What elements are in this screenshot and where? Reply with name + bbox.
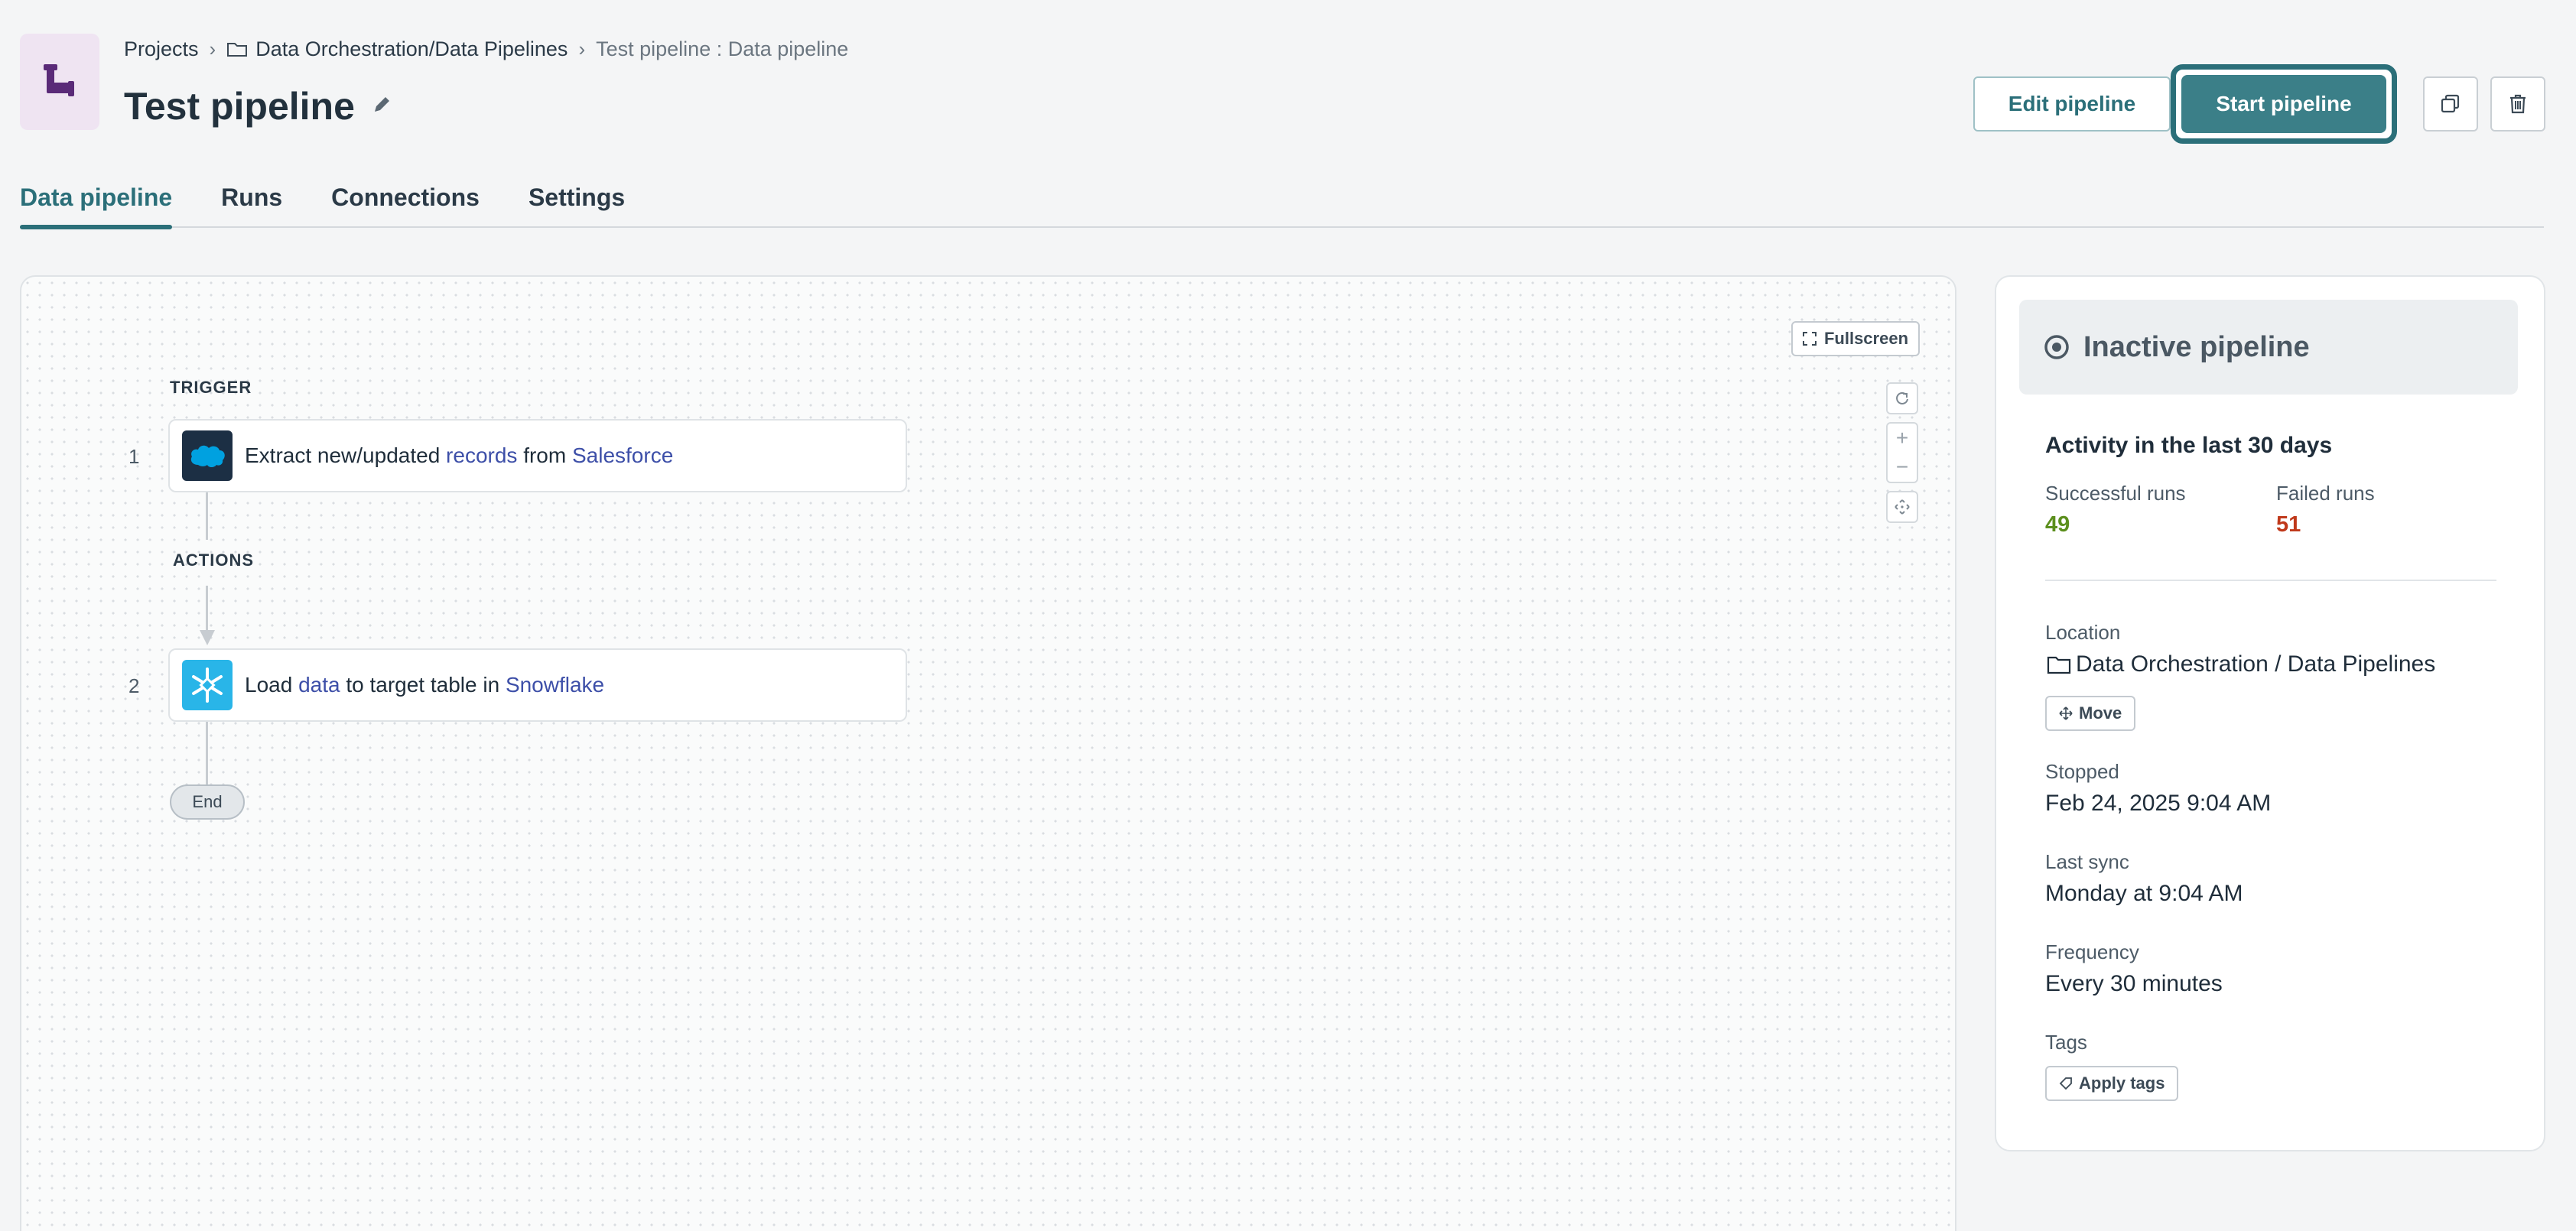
copy-icon [2441, 94, 2460, 113]
chevron-right-icon: › [578, 37, 586, 60]
refresh-icon [1896, 392, 1908, 404]
tab-settings[interactable]: Settings [529, 176, 625, 228]
move-button[interactable]: Move [2045, 696, 2136, 731]
step-text-segment: Extract new/updated [245, 443, 447, 467]
activity-title: Activity in the last 30 days [2045, 433, 2333, 458]
flow-connector [206, 492, 208, 540]
fullscreen-button[interactable]: Fullscreen [1791, 321, 1920, 356]
breadcrumb: Projects › Data Orchestration/Data Pipel… [124, 34, 848, 64]
frequency-label: Frequency [2045, 940, 2139, 963]
salesforce-logo [182, 430, 233, 481]
reset-view-button[interactable] [1886, 382, 1918, 414]
trigger-step-text: Extract new/updated records from Salesfo… [245, 443, 673, 468]
move-label: Move [2079, 703, 2122, 723]
step-text-segment: from [517, 443, 572, 467]
step-datapill-records[interactable]: records [446, 443, 517, 467]
fit-view-icon [1895, 499, 1910, 515]
chevron-right-icon: › [209, 37, 216, 60]
fullscreen-label: Fullscreen [1823, 329, 1909, 348]
trash-icon [2510, 94, 2526, 114]
panel-divider [2045, 580, 2496, 581]
folder-icon [227, 43, 248, 57]
step-app-snowflake[interactable]: Snowflake [506, 673, 604, 697]
location-value: Data Orchestration / Data Pipelines [2076, 651, 2436, 677]
tags-label: Tags [2045, 1031, 2087, 1054]
zoom-in-icon[interactable]: + [1896, 427, 1908, 449]
expand-icon [1802, 332, 1817, 346]
start-pipeline-button[interactable]: Start pipeline [2181, 75, 2386, 133]
failed-runs-value[interactable]: 51 [2276, 512, 2301, 538]
action-step-text: Load data to target table in Snowflake [245, 673, 604, 697]
tab-runs[interactable]: Runs [221, 176, 282, 228]
step-text-segment: to target table in [340, 673, 506, 697]
step-datapill-data[interactable]: data [298, 673, 340, 697]
step-number: 1 [128, 445, 140, 468]
folder-icon [2047, 656, 2071, 674]
successful-runs-label: Successful runs [2045, 482, 2186, 505]
last-sync-label: Last sync [2045, 850, 2129, 873]
breadcrumb-folder-label: Data Orchestration/Data Pipelines [255, 37, 568, 60]
delete-button[interactable] [2490, 76, 2545, 132]
pipeline-app-icon [20, 34, 99, 130]
title-row: Test pipeline [124, 80, 392, 133]
tag-icon [2059, 1077, 2072, 1090]
breadcrumb-current: Test pipeline : Data pipeline [596, 37, 849, 60]
tab-data-pipeline[interactable]: Data pipeline [20, 176, 173, 229]
status-text: Inactive pipeline [2083, 330, 2310, 363]
breadcrumb-folder[interactable]: Data Orchestration/Data Pipelines [226, 37, 568, 61]
fit-view-button[interactable] [1886, 491, 1918, 523]
flow-connector [206, 586, 208, 632]
stopped-value: Feb 24, 2025 9:04 AM [2045, 791, 2272, 816]
tab-bar: Data pipeline Runs Connections Settings [20, 176, 2544, 229]
trigger-step-card[interactable]: Extract new/updated records from Salesfo… [168, 419, 907, 492]
actions-label: ACTIONS [173, 551, 254, 570]
stopped-label: Stopped [2045, 760, 2119, 783]
pencil-icon[interactable] [372, 95, 392, 119]
location-value-row: Data Orchestration / Data Pipelines [2045, 651, 2435, 677]
end-node: End [170, 784, 245, 820]
trigger-label: TRIGGER [170, 378, 252, 397]
apply-tags-button[interactable]: Apply tags [2045, 1066, 2179, 1101]
status-box: Inactive pipeline [2019, 300, 2518, 395]
pipeline-page: Projects › Data Orchestration/Data Pipel… [0, 0, 2576, 1231]
zoom-controls: + − [1886, 422, 1918, 483]
apply-tags-label: Apply tags [2079, 1073, 2165, 1093]
zoom-out-icon[interactable]: − [1896, 456, 1908, 478]
frequency-value: Every 30 minutes [2045, 971, 2223, 996]
successful-runs-value[interactable]: 49 [2045, 512, 2070, 538]
flow-connector [206, 722, 208, 784]
page-title: Test pipeline [124, 85, 355, 128]
flow-arrow-icon [200, 630, 215, 645]
snowflake-logo [182, 660, 233, 710]
last-sync-value: Monday at 9:04 AM [2045, 881, 2243, 906]
failed-runs-label: Failed runs [2276, 482, 2375, 505]
tab-connections[interactable]: Connections [331, 176, 480, 228]
inactive-status-icon [2044, 335, 2069, 359]
step-app-salesforce[interactable]: Salesforce [572, 443, 673, 467]
step-number: 2 [128, 674, 140, 697]
move-icon [2059, 706, 2073, 720]
duplicate-button[interactable] [2423, 76, 2478, 132]
edit-pipeline-button[interactable]: Edit pipeline [1973, 76, 2171, 132]
pipe-icon [44, 64, 74, 96]
breadcrumb-projects[interactable]: Projects [124, 37, 199, 61]
location-label: Location [2045, 621, 2121, 644]
action-step-card[interactable]: Load data to target table in Snowflake [168, 648, 907, 722]
step-text-segment: Load [245, 673, 299, 697]
